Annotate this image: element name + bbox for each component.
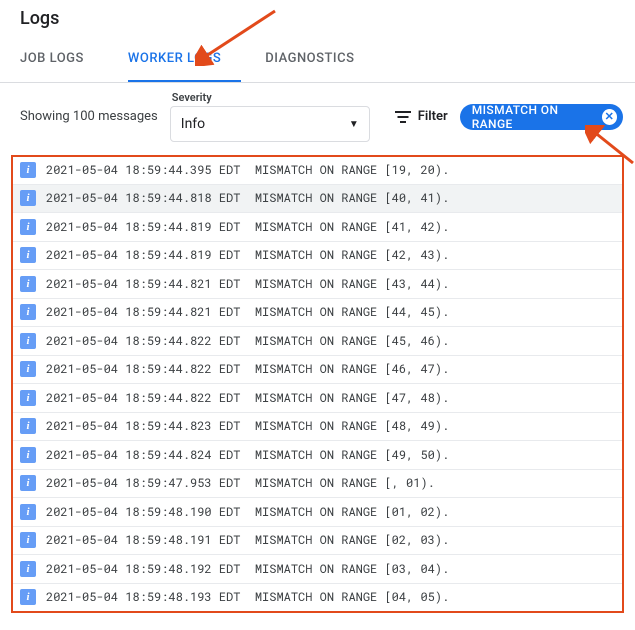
severity-value: Info — [181, 116, 205, 132]
log-message: 2021-05-04 18:59:44.822 EDT MISMATCH ON … — [46, 390, 449, 406]
log-row[interactable]: i 2021-05-04 18:59:44.819 EDT MISMATCH ON… — [12, 213, 623, 242]
log-message: 2021-05-04 18:59:44.824 EDT MISMATCH ON … — [46, 447, 449, 463]
filter-chip-label: MISMATCH ON RANGE — [472, 103, 596, 131]
info-icon: i — [20, 276, 36, 292]
filter-button[interactable]: Filter — [394, 109, 448, 124]
filter-icon — [394, 110, 412, 124]
dropdown-arrow-icon: ▼ — [349, 119, 359, 130]
log-list: i 2021-05-04 18:59:44.395 EDT MISMATCH ON… — [12, 156, 623, 612]
log-message: 2021-05-04 18:59:48.193 EDT MISMATCH ON … — [46, 589, 449, 605]
tab-worker-logs[interactable]: WORKER LOGS — [128, 37, 241, 82]
info-icon: i — [20, 361, 36, 377]
log-row[interactable]: i 2021-05-04 18:59:47.953 EDT MISMATCH ON… — [12, 470, 623, 499]
severity-field: Severity Info ▼ — [170, 91, 370, 142]
info-icon: i — [20, 504, 36, 520]
info-icon: i — [20, 390, 36, 406]
info-icon: i — [20, 304, 36, 320]
filter-chip[interactable]: MISMATCH ON RANGE ✕ — [460, 104, 623, 130]
log-message: 2021-05-04 18:59:44.822 EDT MISMATCH ON … — [46, 361, 449, 377]
page-title: Logs — [20, 8, 615, 29]
log-row[interactable]: i 2021-05-04 18:59:48.192 EDT MISMATCH ON… — [12, 555, 623, 584]
controls-bar: Showing 100 messages Severity Info ▼ Fil… — [0, 83, 635, 150]
log-row[interactable]: i 2021-05-04 18:59:44.822 EDT MISMATCH ON… — [12, 384, 623, 413]
severity-select[interactable]: Info ▼ — [170, 106, 370, 142]
log-row[interactable]: i 2021-05-04 18:59:48.191 EDT MISMATCH ON… — [12, 527, 623, 556]
tab-bar: JOB LOGS WORKER LOGS DIAGNOSTICS — [0, 37, 635, 83]
log-message: 2021-05-04 18:59:44.821 EDT MISMATCH ON … — [46, 304, 449, 320]
info-icon: i — [20, 561, 36, 577]
chip-close-icon[interactable]: ✕ — [602, 109, 617, 125]
log-message: 2021-05-04 18:59:44.822 EDT MISMATCH ON … — [46, 333, 449, 349]
info-icon: i — [20, 475, 36, 491]
log-message: 2021-05-04 18:59:44.818 EDT MISMATCH ON … — [46, 190, 449, 206]
log-row[interactable]: i 2021-05-04 18:59:44.822 EDT MISMATCH ON… — [12, 356, 623, 385]
info-icon: i — [20, 190, 36, 206]
log-message: 2021-05-04 18:59:44.819 EDT MISMATCH ON … — [46, 247, 449, 263]
log-row[interactable]: i 2021-05-04 18:59:44.818 EDT MISMATCH ON… — [12, 185, 623, 214]
log-row[interactable]: i 2021-05-04 18:59:44.822 EDT MISMATCH ON… — [12, 327, 623, 356]
tab-diagnostics[interactable]: DIAGNOSTICS — [265, 37, 374, 82]
log-row[interactable]: i 2021-05-04 18:59:48.193 EDT MISMATCH ON… — [12, 584, 623, 613]
log-message: 2021-05-04 18:59:44.823 EDT MISMATCH ON … — [46, 418, 449, 434]
log-row[interactable]: i 2021-05-04 18:59:44.824 EDT MISMATCH ON… — [12, 441, 623, 470]
log-message: 2021-05-04 18:59:44.819 EDT MISMATCH ON … — [46, 219, 449, 235]
log-row[interactable]: i 2021-05-04 18:59:44.823 EDT MISMATCH ON… — [12, 413, 623, 442]
info-icon: i — [20, 247, 36, 263]
filter-label: Filter — [418, 109, 448, 124]
info-icon: i — [20, 589, 36, 605]
log-row[interactable]: i 2021-05-04 18:59:44.821 EDT MISMATCH ON… — [12, 299, 623, 328]
log-row[interactable]: i 2021-05-04 18:59:44.821 EDT MISMATCH ON… — [12, 270, 623, 299]
severity-label: Severity — [170, 91, 370, 104]
log-message: 2021-05-04 18:59:44.395 EDT MISMATCH ON … — [46, 162, 449, 178]
log-message: 2021-05-04 18:59:48.191 EDT MISMATCH ON … — [46, 532, 449, 548]
info-icon: i — [20, 162, 36, 178]
showing-count: Showing 100 messages — [20, 109, 158, 124]
info-icon: i — [20, 219, 36, 235]
log-row[interactable]: i 2021-05-04 18:59:44.395 EDT MISMATCH ON… — [12, 156, 623, 185]
log-row[interactable]: i 2021-05-04 18:59:44.819 EDT MISMATCH ON… — [12, 242, 623, 271]
info-icon: i — [20, 447, 36, 463]
log-message: 2021-05-04 18:59:48.190 EDT MISMATCH ON … — [46, 504, 449, 520]
info-icon: i — [20, 333, 36, 349]
info-icon: i — [20, 418, 36, 434]
log-message: 2021-05-04 18:59:44.821 EDT MISMATCH ON … — [46, 276, 449, 292]
log-message: 2021-05-04 18:59:47.953 EDT MISMATCH ON … — [46, 475, 435, 491]
tab-job-logs[interactable]: JOB LOGS — [20, 37, 104, 82]
log-message: 2021-05-04 18:59:48.192 EDT MISMATCH ON … — [46, 561, 449, 577]
log-row[interactable]: i 2021-05-04 18:59:48.190 EDT MISMATCH ON… — [12, 498, 623, 527]
info-icon: i — [20, 532, 36, 548]
